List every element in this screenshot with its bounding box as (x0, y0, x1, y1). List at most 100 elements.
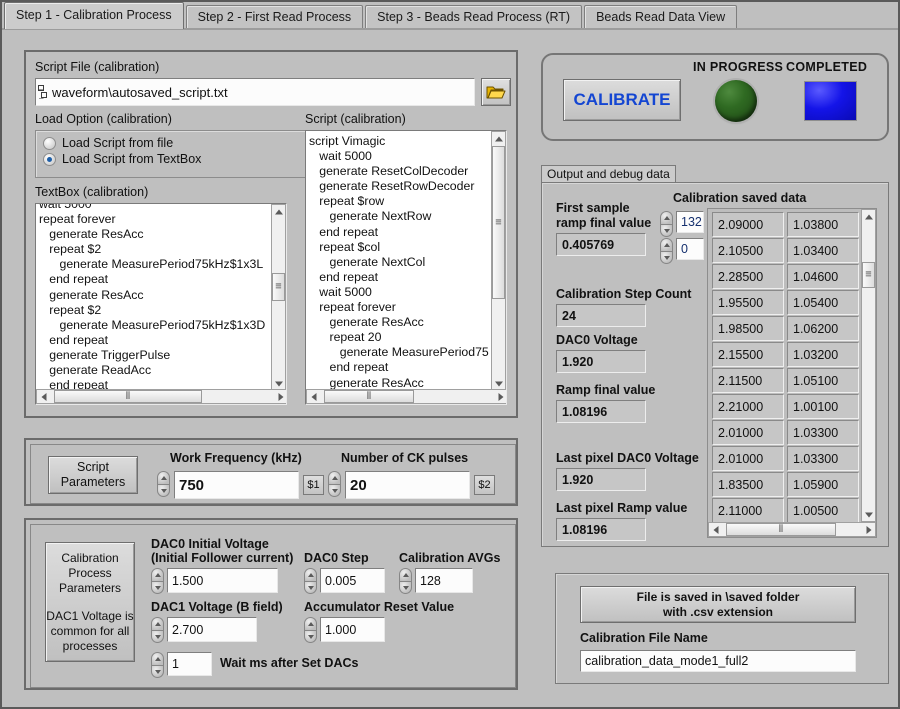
table-cell[interactable]: 2.10500 (712, 238, 784, 263)
table-cell[interactable]: 2.28500 (712, 264, 784, 289)
script-calibration-view[interactable]: script Vimagic wait 5000 generate ResetC… (305, 130, 507, 405)
spinner-up-icon (660, 238, 673, 251)
work-frequency-spinner[interactable] (157, 471, 170, 497)
radio-load-from-textbox[interactable]: Load Script from TextBox (43, 152, 201, 166)
textbox-calibration-editor[interactable]: wait 5000 repeat forever generate ResAcc … (35, 203, 287, 405)
scroll-right-icon[interactable] (862, 523, 875, 536)
work-frequency-input[interactable]: 750 (174, 471, 299, 499)
folder-icon (486, 86, 506, 98)
code-line: repeat $row (309, 194, 385, 209)
saved-data-col-index-input[interactable]: 0 (676, 238, 704, 260)
tab-step3-beads-read-process[interactable]: Step 3 - Beads Read Process (RT) (365, 5, 583, 29)
code-line: generate ResAcc (39, 287, 144, 302)
dac0-initial-input[interactable]: 1.500 (167, 568, 278, 593)
path-control-icon (38, 85, 47, 98)
calibration-avgs-input[interactable]: 128 (415, 568, 473, 593)
table-cell[interactable]: 1.00100 (787, 394, 859, 419)
script-file-path-input[interactable]: waveform\autosaved_script.txt (35, 78, 475, 106)
scroll-right-icon[interactable] (274, 390, 286, 403)
scroll-left-icon[interactable] (37, 390, 50, 403)
scroll-thumb[interactable] (862, 262, 875, 288)
table-cell[interactable]: 1.05100 (787, 368, 859, 393)
last-pixel-dac0-label: Last pixel DAC0 Voltage (556, 451, 699, 465)
last-pixel-dac0-value: 1.920 (556, 468, 646, 491)
table-cell[interactable]: 2.21000 (712, 394, 784, 419)
textbox-horizontal-scrollbar[interactable] (36, 389, 286, 404)
calibration-filename-input[interactable]: calibration_data_mode1_full2 (580, 650, 856, 672)
table-cell[interactable]: 2.01000 (712, 420, 784, 445)
scroll-up-icon[interactable] (272, 205, 285, 218)
table-cell[interactable]: 2.09000 (712, 212, 784, 237)
table-cell[interactable]: 1.06200 (787, 316, 859, 341)
saved-data-row-index-spinner[interactable] (660, 211, 673, 237)
saved-data-row-index-input[interactable]: 132 (676, 211, 704, 233)
table-cell[interactable]: 2.11500 (712, 368, 784, 393)
table-cell[interactable]: 1.98500 (712, 316, 784, 341)
dac1-voltage-input[interactable]: 2.700 (167, 617, 257, 642)
table-cell[interactable]: 2.01000 (712, 446, 784, 471)
scroll-thumb[interactable] (492, 146, 505, 299)
first-sample-label-line1: First sample (556, 201, 630, 215)
spinner-up-icon (151, 617, 164, 630)
table-cell[interactable]: 1.03300 (787, 446, 859, 471)
table-cell[interactable]: 1.03200 (787, 342, 859, 367)
ck-pulses-spinner[interactable] (328, 471, 341, 497)
table-cell[interactable]: 1.03400 (787, 238, 859, 263)
code-line: wait 5000 (309, 284, 372, 299)
calibrate-button[interactable]: CALIBRATE (563, 79, 681, 121)
table-cell[interactable]: 1.03300 (787, 420, 859, 445)
work-frequency-tag[interactable]: $1 (303, 475, 324, 495)
calibration-avgs-spinner[interactable] (399, 568, 412, 594)
table-cell[interactable]: 2.11000 (712, 498, 784, 523)
dac1-voltage-spinner[interactable] (151, 617, 164, 643)
scroll-up-icon[interactable] (862, 210, 875, 223)
table-cell[interactable]: 1.03800 (787, 212, 859, 237)
code-line: repeat 20 (309, 330, 382, 345)
tab-step2-first-read-process[interactable]: Step 2 - First Read Process (185, 5, 364, 29)
scroll-thumb[interactable] (324, 390, 414, 403)
table-cell[interactable]: 1.05400 (787, 290, 859, 315)
table-cell[interactable]: 1.95500 (712, 290, 784, 315)
saved-data-label: Calibration saved data (673, 191, 807, 205)
scroll-thumb[interactable] (726, 523, 836, 536)
dac0-step-spinner[interactable] (304, 568, 317, 594)
scroll-thumb[interactable] (54, 390, 202, 403)
spinner-down-icon (399, 581, 412, 594)
output-debug-tab[interactable]: Output and debug data (541, 165, 676, 183)
file-save-note: File is saved in \saved folder with .csv… (580, 586, 856, 623)
scroll-left-icon[interactable] (709, 523, 722, 536)
dac0-step-input[interactable]: 0.005 (320, 568, 385, 593)
saved-data-vertical-scrollbar[interactable] (861, 209, 876, 522)
scroll-thumb[interactable] (272, 273, 285, 301)
note-line-3: processes (62, 638, 118, 653)
saved-data-table[interactable]: 2.09000 1.03800 2.10500 1.03400 2.28500 1.046… (707, 208, 877, 538)
accumulator-reset-input[interactable]: 1.000 (320, 617, 385, 642)
saved-data-horizontal-scrollbar[interactable] (708, 522, 876, 537)
tab-step1-calibration-process[interactable]: Step 1 - Calibration Process (4, 2, 184, 29)
scroll-down-icon[interactable] (862, 508, 875, 521)
table-cell[interactable]: 1.00500 (787, 498, 859, 523)
ck-pulses-tag[interactable]: $2 (474, 475, 495, 495)
accumulator-reset-spinner[interactable] (304, 617, 317, 643)
script-vertical-scrollbar[interactable] (491, 131, 506, 391)
dac0-initial-spinner[interactable] (151, 568, 164, 594)
scroll-up-icon[interactable] (492, 132, 505, 145)
scroll-left-icon[interactable] (307, 390, 320, 403)
table-cell[interactable]: 1.05900 (787, 472, 859, 497)
scroll-right-icon[interactable] (494, 390, 506, 403)
browse-folder-button[interactable] (481, 78, 511, 106)
wait-ms-input[interactable]: 1 (167, 652, 212, 676)
script-horizontal-scrollbar[interactable] (306, 389, 506, 404)
ck-pulses-input[interactable]: 20 (345, 471, 470, 499)
table-cell[interactable]: 1.83500 (712, 472, 784, 497)
file-output-panel: File is saved in \saved folder with .csv… (555, 573, 889, 684)
textbox-vertical-scrollbar[interactable] (271, 204, 286, 391)
radio-load-from-file[interactable]: Load Script from file (43, 136, 201, 150)
tab-beads-read-data-view[interactable]: Beads Read Data View (584, 5, 738, 29)
radio-icon (43, 136, 56, 150)
table-cell[interactable]: 2.15500 (712, 342, 784, 367)
saved-data-col-index-spinner[interactable] (660, 238, 673, 264)
table-cell[interactable]: 1.04600 (787, 264, 859, 289)
wait-ms-spinner[interactable] (151, 652, 164, 678)
spinner-down-icon (157, 484, 170, 497)
